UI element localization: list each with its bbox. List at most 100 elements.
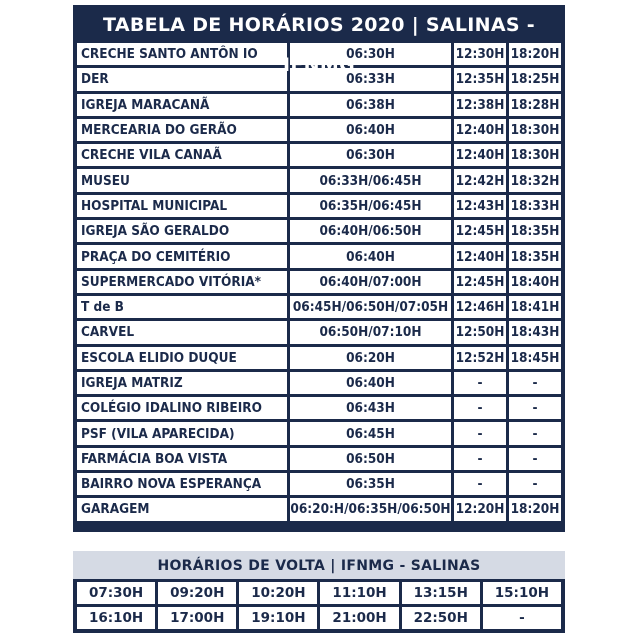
return-time-cell: 19:10H: [239, 607, 318, 629]
morning-time-cell: 06:40H: [290, 371, 451, 395]
morning-time-cell: 06:40H/06:50H: [290, 220, 451, 243]
table-row: HOSPITAL MUNICIPAL 06:35H/06:45H 12:43H 18:…: [77, 194, 561, 218]
evening-time-cell: 18:40H: [509, 270, 561, 293]
evening-time-cell: -: [509, 447, 561, 471]
morning-time-cell: 06:38H: [290, 93, 451, 116]
table-row: IGREJA MATRIZ 06:40H - -: [77, 371, 561, 395]
noon-time-cell: 12:40H: [454, 144, 506, 167]
stop-name-cell: HOSPITAL MUNICIPAL: [77, 194, 287, 218]
noon-time-cell: 12:45H: [454, 270, 506, 293]
morning-time-cell: 06:45H/06:50H/07:05H: [290, 295, 451, 319]
evening-time-cell: 18:25H: [509, 68, 561, 91]
noon-time-cell: 12:40H: [454, 118, 506, 142]
noon-time-cell: 12:46H: [454, 295, 506, 319]
table-row: DER 06:33H 12:35H 18:25H: [77, 68, 561, 91]
noon-time-cell: -: [454, 371, 506, 395]
morning-time-cell: 06:30H: [290, 43, 451, 66]
evening-time-cell: 18:35H: [509, 245, 561, 268]
stop-name-cell: MERCEARIA DO GERÃO: [77, 118, 287, 142]
morning-time-cell: 06:40H: [290, 118, 451, 142]
stop-name-cell: CRECHE SANTO ANTÔN IO: [77, 43, 287, 66]
schedule-rows: CRECHE SANTO ANTÔN IO 06:30H 12:30H 18:20H D…: [77, 43, 561, 521]
table-row: CRECHE SANTO ANTÔN IO 06:30H 12:30H 18:20H: [77, 43, 561, 66]
stop-name-cell: IGREJA MARACANÃ: [77, 93, 287, 116]
schedule-table: TABELA DE HORÁRIOS 2020 | SALINAS - IFNM…: [73, 5, 565, 532]
evening-time-cell: 18:33H: [509, 194, 561, 218]
return-time-cell: 13:15H: [401, 582, 480, 604]
morning-time-cell: 06:45H: [290, 422, 451, 445]
evening-time-cell: -: [509, 371, 561, 395]
return-schedule-table: HORÁRIOS DE VOLTA | IFNMG - SALINAS 07:3…: [73, 551, 565, 633]
noon-time-cell: -: [454, 447, 506, 471]
noon-time-cell: 12:38H: [454, 93, 506, 116]
stop-name-cell: FARMÁCIA BOA VISTA: [77, 447, 287, 471]
return-time-cell: 11:10H: [320, 582, 399, 604]
evening-time-cell: -: [509, 397, 561, 420]
return-time-cell: 16:10H: [77, 607, 156, 629]
morning-time-cell: 06:50H/07:10H: [290, 321, 451, 344]
evening-time-cell: 18:30H: [509, 118, 561, 142]
morning-time-cell: 06:50H: [290, 447, 451, 471]
morning-time-cell: 06:33H/06:45H: [290, 169, 451, 192]
stop-name-cell: CRECHE VILA CANAÃ: [77, 144, 287, 167]
table-row: CARVEL 06:50H/07:10H 12:50H 18:43H: [77, 321, 561, 344]
stop-name-cell: ESCOLA ELIDIO DUQUE: [77, 346, 287, 369]
noon-time-cell: 12:45H: [454, 220, 506, 243]
return-time-cell: 15:10H: [482, 582, 561, 604]
table-row: CRECHE VILA CANAÃ 06:30H 12:40H 18:30H: [77, 144, 561, 167]
noon-time-cell: 12:35H: [454, 68, 506, 91]
morning-time-cell: 06:35H: [290, 473, 451, 496]
stop-name-cell: BAIRRO NOVA ESPERANÇA: [77, 473, 287, 496]
evening-time-cell: -: [509, 473, 561, 496]
evening-time-cell: -: [509, 422, 561, 445]
evening-time-cell: 18:28H: [509, 93, 561, 116]
table-row: PSF (VILA APARECIDA) 06:45H - -: [77, 422, 561, 445]
stop-name-cell: IGREJA MATRIZ: [77, 371, 287, 395]
stop-name-cell: SUPERMERCADO VITÓRIA*: [77, 270, 287, 293]
morning-time-cell: 06:43H: [290, 397, 451, 420]
table-row: IGREJA MARACANÃ 06:38H 12:38H 18:28H: [77, 93, 561, 116]
stop-name-cell: DER: [77, 68, 287, 91]
table-row: COLÉGIO IDALINO RIBEIRO 06:43H - -: [77, 397, 561, 420]
return-time-cell: 22:50H: [401, 607, 480, 629]
evening-time-cell: 18:30H: [509, 144, 561, 167]
return-schedule-title: HORÁRIOS DE VOLTA | IFNMG - SALINAS: [73, 551, 565, 579]
stop-name-cell: GARAGEM: [77, 498, 287, 521]
table-row: ESCOLA ELIDIO DUQUE 06:20H 12:52H 18:45H: [77, 346, 561, 369]
return-time-cell: 07:30H: [77, 582, 156, 604]
evening-time-cell: 18:45H: [509, 346, 561, 369]
table-row: PRAÇA DO CEMITÉRIO 06:40H 12:40H 18:35H: [77, 245, 561, 268]
return-time-cell: 10:20H: [239, 582, 318, 604]
table-row: MERCEARIA DO GERÃO 06:40H 12:40H 18:30H: [77, 118, 561, 142]
table-row: FARMÁCIA BOA VISTA 06:50H - -: [77, 447, 561, 471]
table-row: IGREJA SÃO GERALDO 06:40H/06:50H 12:45H 18:…: [77, 220, 561, 243]
return-time-cell: -: [482, 607, 561, 629]
noon-time-cell: 12:52H: [454, 346, 506, 369]
morning-time-cell: 06:30H: [290, 144, 451, 167]
table-row: T de B 06:45H/06:50H/07:05H 12:46H 18:41H: [77, 295, 561, 319]
stop-name-cell: IGREJA SÃO GERALDO: [77, 220, 287, 243]
evening-time-cell: 18:20H: [509, 498, 561, 521]
return-time-cell: 09:20H: [158, 582, 237, 604]
noon-time-cell: 12:20H: [454, 498, 506, 521]
morning-time-cell: 06:40H/07:00H: [290, 270, 451, 293]
stop-name-cell: MUSEU: [77, 169, 287, 192]
noon-time-cell: -: [454, 422, 506, 445]
morning-time-cell: 06:20H: [290, 346, 451, 369]
noon-time-cell: 12:40H: [454, 245, 506, 268]
noon-time-cell: -: [454, 397, 506, 420]
stop-name-cell: PSF (VILA APARECIDA): [77, 422, 287, 445]
stop-name-cell: PRAÇA DO CEMITÉRIO: [77, 245, 287, 268]
stop-name-cell: T de B: [77, 295, 287, 319]
stop-name-cell: COLÉGIO IDALINO RIBEIRO: [77, 397, 287, 420]
return-time-cell: 17:00H: [158, 607, 237, 629]
return-times-grid: 07:30H 09:20H 10:20H 11:10H 13:15H 15:10H 16:1…: [77, 582, 561, 629]
morning-time-cell: 06:40H: [290, 245, 451, 268]
schedule-title: TABELA DE HORÁRIOS 2020 | SALINAS - IFNM…: [103, 14, 535, 76]
stop-name-cell: CARVEL: [77, 321, 287, 344]
table-row: SUPERMERCADO VITÓRIA* 06:40H/07:00H 12:45H…: [77, 270, 561, 293]
morning-time-cell: 06:20:H/06:35H/06:50H: [290, 498, 451, 521]
return-time-cell: 21:00H: [320, 607, 399, 629]
evening-time-cell: 18:43H: [509, 321, 561, 344]
noon-time-cell: 12:42H: [454, 169, 506, 192]
